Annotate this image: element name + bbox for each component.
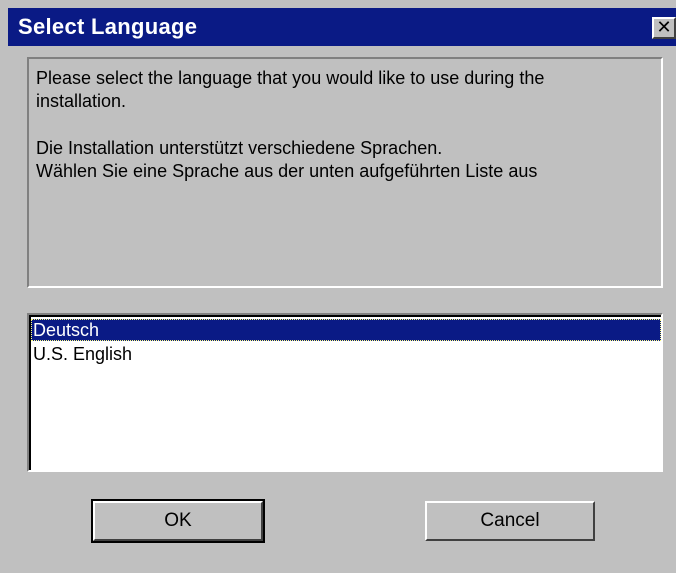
message-panel: Please select the language that you woul… — [27, 57, 663, 288]
listbox-viewport: Deutsch U.S. English — [29, 315, 661, 470]
list-item-deutsch[interactable]: Deutsch — [31, 319, 661, 341]
cancel-button[interactable]: Cancel — [425, 501, 595, 541]
message-line-2: installation. — [36, 91, 127, 111]
message-line-4: Wählen Sie eine Sprache aus der unten au… — [36, 161, 538, 181]
language-listbox[interactable]: Deutsch U.S. English — [27, 313, 663, 472]
select-language-dialog: Select Language ✕ Please select the lang… — [0, 0, 676, 573]
ok-button[interactable]: OK — [91, 499, 265, 543]
close-button[interactable]: ✕ — [652, 17, 676, 39]
close-icon: ✕ — [656, 17, 672, 37]
message-line-3: Die Installation unterstützt verschieden… — [36, 138, 443, 158]
message-line-1: Please select the language that you woul… — [36, 68, 545, 88]
title-bar[interactable]: Select Language ✕ — [8, 8, 676, 46]
list-item-us-english[interactable]: U.S. English — [31, 343, 661, 365]
dialog-title: Select Language — [18, 14, 198, 39]
